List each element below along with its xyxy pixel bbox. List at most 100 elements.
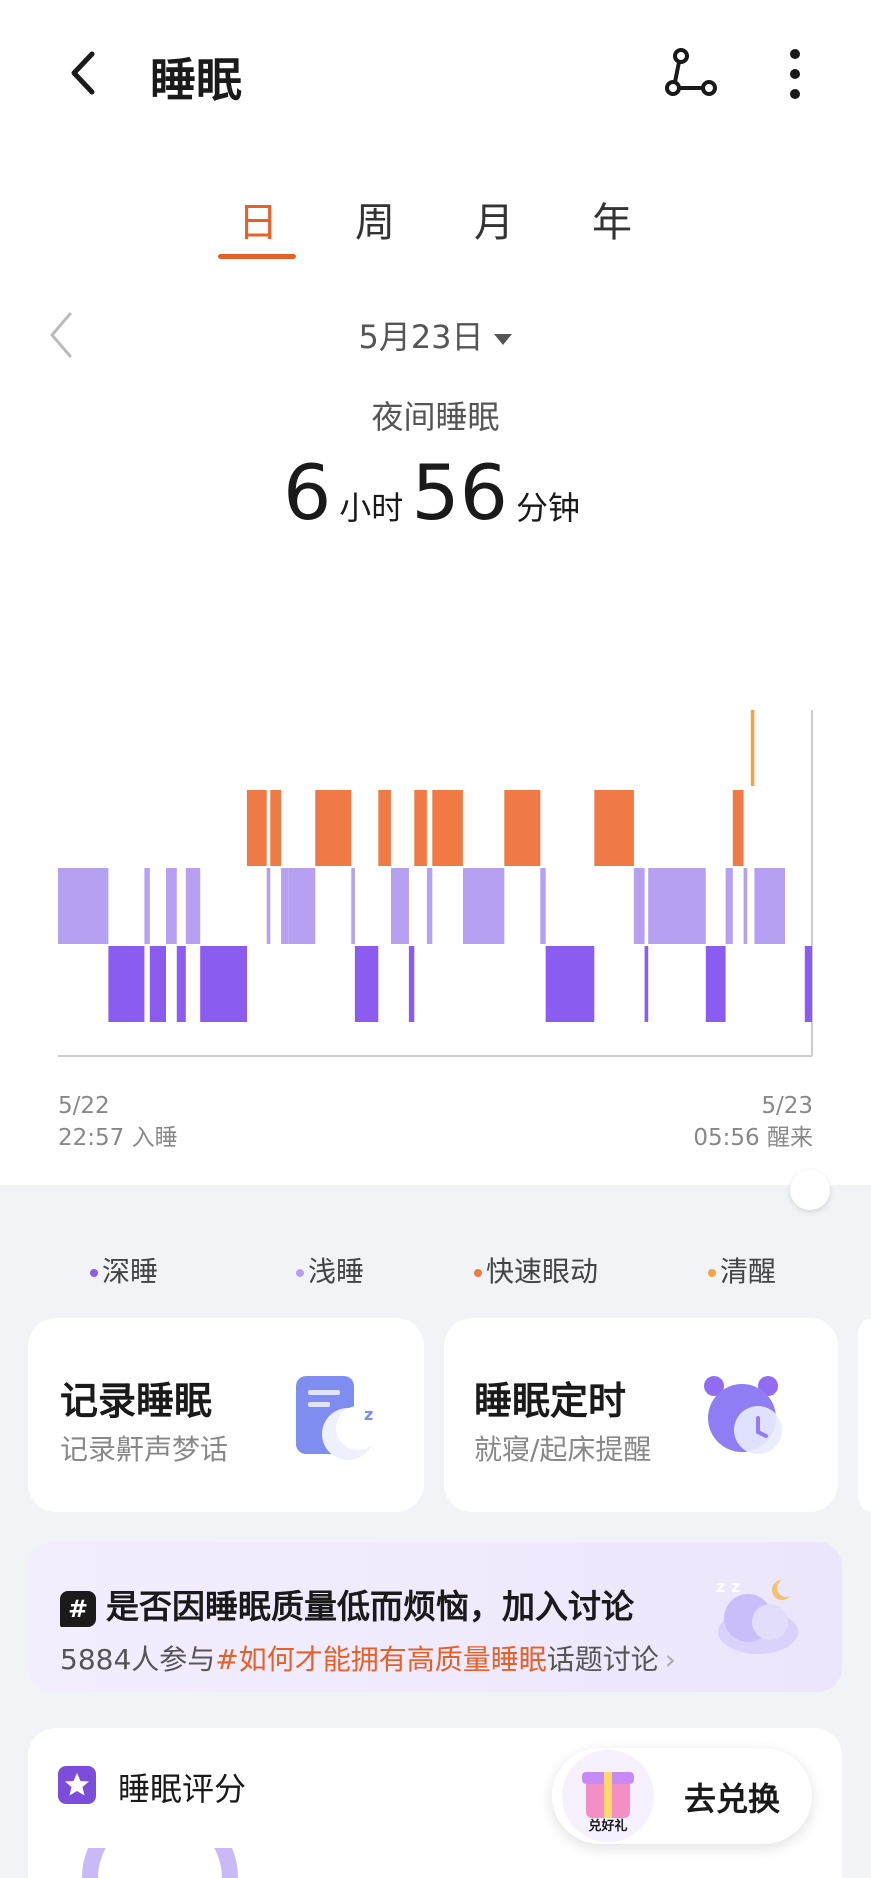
scroll-handle[interactable]	[790, 1170, 830, 1210]
svg-text:z: z	[364, 1405, 373, 1424]
legend-awake: 清醒	[708, 1250, 776, 1290]
sleep-segment	[200, 946, 247, 1022]
sleep-segment	[414, 790, 427, 866]
next-card-peek[interactable]	[858, 1318, 871, 1512]
sleep-segment	[185, 868, 201, 944]
tab-year[interactable]: 年	[572, 190, 652, 248]
caret-down-icon	[493, 333, 512, 345]
legend-dot	[474, 1269, 482, 1277]
date-label: 5月23日	[358, 318, 484, 356]
sleep-segment	[408, 946, 415, 1022]
redeem-label: 去兑换	[684, 1780, 781, 1818]
sleep-start-date: 5/22	[58, 1093, 110, 1119]
sleep-duration: 6 小时 56 分钟	[0, 448, 871, 537]
sleep-start-time: 22:57 入睡	[58, 1125, 178, 1151]
chevron-left-icon	[50, 312, 72, 358]
sleep-segment	[648, 868, 706, 944]
sleep-segment	[144, 868, 150, 944]
sleep-segment	[750, 710, 755, 786]
card-subtitle: 就寝/起床提醒	[474, 1433, 652, 1466]
sleep-segment	[462, 868, 505, 944]
tab-indicator	[218, 254, 296, 259]
legend-deep: 深睡	[90, 1250, 158, 1290]
more-vertical-icon	[790, 49, 800, 99]
share-icon	[665, 48, 717, 96]
sleep-segment	[725, 868, 733, 944]
sleep-segment	[743, 868, 748, 944]
legend-label: 深睡	[102, 1255, 159, 1288]
sleep-segment	[378, 790, 391, 866]
sleep-segment	[354, 946, 379, 1022]
more-options-button[interactable]	[780, 44, 810, 104]
share-button[interactable]	[665, 48, 721, 98]
sleep-segment	[315, 790, 352, 866]
legend-rem: 快速眼动	[474, 1250, 598, 1290]
legend-light: 浅睡	[296, 1250, 364, 1290]
chevron-left-icon	[71, 51, 95, 95]
legend-label: 清醒	[720, 1255, 777, 1288]
sleep-score-title: 睡眠评分	[118, 1770, 247, 1808]
legend-dot	[708, 1269, 716, 1277]
legend-dot	[90, 1269, 98, 1277]
sleep-end-time: 05:56 醒来	[693, 1125, 813, 1151]
legend-dot	[296, 1269, 304, 1277]
hours-unit: 小时	[339, 489, 404, 527]
sleep-end-date: 5/23	[761, 1093, 813, 1119]
sleep-segment	[804, 946, 812, 1022]
sleep-segment	[432, 790, 463, 866]
sleep-segment	[266, 868, 271, 944]
sleep-segment	[426, 868, 433, 944]
date-selector[interactable]: 5月23日	[300, 312, 570, 358]
sleeping-cloud-icon: z z	[716, 1577, 798, 1654]
svg-text:z z: z z	[716, 1577, 740, 1596]
gift-icon: 兑好礼	[562, 1750, 654, 1842]
sleep-segment	[281, 868, 289, 944]
topic-subtitle: 5884人参与#如何才能拥有高质量睡眠话题讨论 ›	[60, 1638, 676, 1678]
sleep-segment	[545, 946, 595, 1022]
card-title: 记录睡眠	[60, 1379, 213, 1423]
sleep-segment	[108, 946, 145, 1022]
sleep-segment	[732, 790, 744, 866]
sleep-segment	[633, 868, 645, 944]
sleep-segment	[246, 790, 267, 866]
tab-day[interactable]: 日	[218, 190, 298, 248]
legend-label: 快速眼动	[486, 1255, 599, 1288]
chevron-right-icon: ›	[664, 1643, 676, 1676]
topic-title: # 是否因睡眠质量低而烦恼，加入讨论	[60, 1580, 634, 1628]
back-button[interactable]	[62, 48, 112, 98]
previous-date-button[interactable]	[42, 310, 82, 360]
sleep-segment	[705, 946, 726, 1022]
score-ring-partial	[82, 1848, 238, 1878]
sleep-segment	[149, 946, 166, 1022]
card-subtitle: 记录鼾声梦话	[60, 1433, 229, 1466]
sleep-segment	[754, 868, 785, 944]
sleep-segment	[644, 946, 649, 1022]
moon-note-icon: z	[296, 1376, 380, 1460]
svg-text:兑好礼: 兑好礼	[588, 1818, 627, 1834]
sleep-segment	[351, 868, 355, 944]
page-title: 睡眠	[150, 53, 242, 107]
topic-suffix: 话题讨论	[546, 1643, 659, 1676]
tab-month[interactable]: 月	[454, 190, 534, 248]
card-title: 睡眠定时	[474, 1379, 627, 1423]
topic-title-text: 是否因睡眠质量低而烦恼，加入讨论	[106, 1587, 634, 1626]
sleep-segment	[540, 868, 546, 944]
duration-hours: 6	[282, 448, 332, 537]
sleep-segment	[176, 946, 186, 1022]
sleep-segment	[166, 868, 177, 944]
sleep-segment	[390, 868, 409, 944]
sleep-end: 5/23 05:56 醒来	[693, 1090, 813, 1154]
topic-tag[interactable]: #如何才能拥有高质量睡眠	[215, 1643, 546, 1676]
legend-label: 浅睡	[308, 1255, 365, 1288]
star-badge-icon	[58, 1766, 96, 1804]
sleep-segment	[594, 790, 634, 866]
tab-week[interactable]: 周	[335, 190, 415, 248]
sleep-segment	[58, 868, 109, 944]
topic-count: 5884人参与	[60, 1643, 216, 1676]
hashtag-icon: #	[60, 1590, 96, 1627]
sleep-segment	[270, 790, 282, 866]
sleep-segment	[288, 868, 316, 944]
sleep-start: 5/22 22:57 入睡	[58, 1090, 178, 1154]
sleep-segment	[504, 790, 541, 866]
sleep-stage-chart	[58, 710, 813, 1057]
